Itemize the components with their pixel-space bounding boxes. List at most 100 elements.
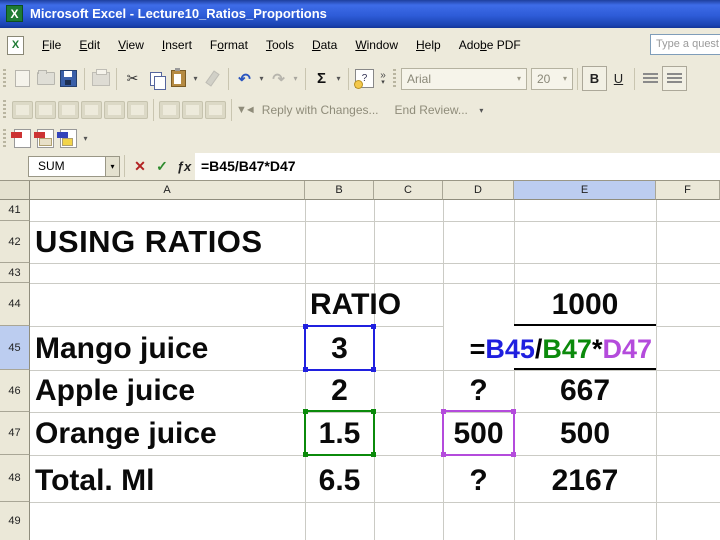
toolbar-grip[interactable] [3,100,6,120]
menu-help[interactable]: Help [407,34,450,56]
save-button[interactable] [57,67,80,90]
range-handle[interactable] [371,324,376,329]
update-file-icon[interactable] [159,101,180,119]
cell-d46[interactable]: ? [443,370,514,412]
cell-e47[interactable]: 500 [514,412,656,455]
range-highlight-b45[interactable] [303,324,376,372]
previous-comment-icon[interactable] [35,101,56,119]
toolbar-grip[interactable] [3,68,6,89]
column-header-e[interactable]: E [514,181,656,200]
toolbar-grip[interactable] [3,128,6,149]
paste-button[interactable] [167,67,190,90]
cell-a42[interactable]: USING RATIOS [30,221,330,263]
print-button[interactable] [89,67,112,90]
name-box[interactable]: SUM [28,155,106,177]
menu-window[interactable]: Window [346,34,407,56]
column-header-c[interactable]: C [374,181,443,200]
column-header-b[interactable]: B [305,181,374,200]
menu-insert[interactable]: Insert [153,34,201,56]
range-highlight-b47[interactable] [303,409,376,457]
row-header-44[interactable]: 44 [0,283,30,326]
toolbar-grip[interactable] [393,68,396,89]
bold-button[interactable]: B [582,66,607,91]
align-left-button[interactable] [639,67,662,90]
align-center-button[interactable] [662,66,687,91]
type-a-question-input[interactable]: Type a quest [650,34,720,55]
cell-b46[interactable]: 2 [305,370,374,412]
row-header-42[interactable]: 42 [0,221,30,263]
cell-a48[interactable]: Total. Ml [30,455,305,502]
convert-to-pdf-and-send-for-review-icon[interactable] [57,129,77,148]
pdf-dropdown-arrow-icon[interactable]: ▾ [80,128,91,150]
menu-data[interactable]: Data [303,34,346,56]
range-handle[interactable] [303,452,308,457]
row-header-41[interactable]: 41 [0,200,30,221]
cell-e44[interactable]: 1000 [514,283,656,326]
new-document-button[interactable] [11,67,34,90]
cell-e46[interactable]: 667 [514,370,656,412]
paste-dropdown-arrow-icon[interactable]: ▾ [190,68,201,90]
range-handle[interactable] [511,409,516,414]
range-handle[interactable] [303,367,308,372]
copy-button[interactable] [144,67,167,90]
show-comment-icon[interactable] [81,101,102,119]
formula-input[interactable]: =B45/B47*D47 [195,152,720,180]
font-size-combo[interactable]: 20 ▾ [531,67,573,90]
enter-icon[interactable]: ✓ [151,155,173,177]
range-handle[interactable] [303,324,308,329]
cut-button[interactable]: ✂ [121,67,144,90]
cancel-icon[interactable]: ✕ [129,155,151,177]
font-size-dropdown-arrow-icon[interactable]: ▾ [558,74,572,83]
row-header-45[interactable]: 45 [0,326,30,370]
edit-comment-icon[interactable] [12,101,33,119]
range-handle[interactable] [371,452,376,457]
send-to-mail-recipient-icon[interactable] [205,101,226,119]
underline-button[interactable]: U [607,67,630,90]
cell-b48[interactable]: 6.5 [305,455,374,502]
font-name-dropdown-arrow-icon[interactable]: ▾ [512,74,526,83]
row-header-46[interactable]: 46 [0,370,30,412]
autosum-dropdown-arrow-icon[interactable]: ▾ [333,68,344,90]
range-handle[interactable] [371,367,376,372]
menu-file[interactable]: File [33,34,70,56]
column-header-a[interactable]: A [30,181,305,200]
menu-view[interactable]: View [109,34,153,56]
menu-tools[interactable]: Tools [257,34,303,56]
undo-button[interactable]: ↶ [233,67,256,90]
cell-a45[interactable]: Mango juice [30,326,305,370]
format-painter-button[interactable] [201,67,224,90]
range-handle[interactable] [371,409,376,414]
next-comment-icon[interactable] [58,101,79,119]
redo-button[interactable]: ↷ [267,67,290,90]
insert-function-icon[interactable]: ƒx [173,155,195,177]
row-header-47[interactable]: 47 [0,412,30,455]
cell-e45-formula-editor[interactable]: = B45/B47 * D47 [444,326,656,370]
column-header-d[interactable]: D [443,181,514,200]
cell-b44[interactable]: RATIO [305,283,445,326]
delete-comment-icon[interactable] [127,101,148,119]
font-name-combo[interactable]: Arial ▾ [401,67,527,90]
cell-a47[interactable]: Orange juice [30,412,305,455]
autosum-button[interactable]: Σ [310,67,333,90]
undo-dropdown-arrow-icon[interactable]: ▾ [256,68,267,90]
help-button[interactable]: ? [353,67,376,90]
create-word-document-icon[interactable] [182,101,203,119]
range-handle[interactable] [511,452,516,457]
range-handle[interactable] [441,409,446,414]
show-all-comments-icon[interactable] [104,101,125,119]
menu-adobe-pdf[interactable]: Adobe PDF [450,34,530,56]
menu-edit[interactable]: Edit [70,34,109,56]
range-handle[interactable] [441,452,446,457]
row-header-49[interactable]: 49 [0,502,30,540]
end-review-button[interactable]: End Review... [387,103,476,117]
cell-e48[interactable]: 2167 [514,455,656,502]
range-handle[interactable] [303,409,308,414]
open-button[interactable] [34,67,57,90]
reply-with-changes-button[interactable]: Reply with Changes... [254,103,387,117]
convert-to-pdf-and-email-icon[interactable] [34,129,54,148]
cell-a46[interactable]: Apple juice [30,370,305,412]
cell-d48[interactable]: ? [443,455,514,502]
redo-dropdown-arrow-icon[interactable]: ▾ [290,68,301,90]
convert-to-pdf-icon[interactable] [11,129,31,148]
select-all-corner[interactable] [0,181,30,200]
